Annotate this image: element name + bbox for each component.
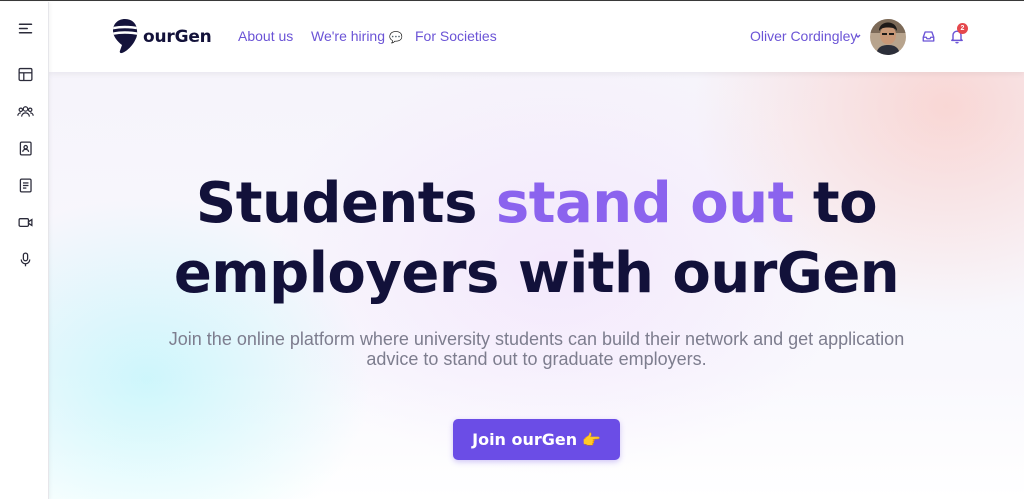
users-icon	[16, 105, 34, 117]
microphone-icon	[20, 251, 30, 266]
avatar-image	[870, 19, 906, 55]
join-ourgen-button[interactable]: Join ourGen 👉	[453, 419, 620, 460]
inbox-button[interactable]	[918, 26, 938, 46]
notification-count-badge: 2	[957, 23, 968, 34]
nav-societies-link[interactable]: For Societies	[415, 28, 497, 44]
pointing-hand-icon: 👉	[582, 430, 601, 449]
top-navigation-bar: ourGen About us We're hiring 💬 For Societ…	[49, 2, 1024, 72]
sidebar-item-dashboard[interactable]	[12, 61, 38, 87]
nav-hiring-link[interactable]: We're hiring 💬	[311, 28, 403, 44]
brand-logo[interactable]: ourGen	[112, 18, 212, 55]
video-icon	[17, 217, 33, 227]
hero-section: Students stand out to employers with our…	[49, 72, 1024, 499]
notebook-icon	[19, 177, 32, 193]
layout-icon	[17, 67, 33, 81]
ourgen-logo-icon	[113, 19, 138, 54]
hero-subtext: Join the online platform where universit…	[168, 329, 905, 369]
sidebar-item-notes[interactable]	[12, 172, 38, 198]
brand-name: ourGen	[143, 26, 212, 47]
hero-headline: Students stand out to employers with our…	[49, 169, 1024, 309]
sidebar-item-podcasts[interactable]	[12, 246, 38, 272]
sidebar	[0, 2, 49, 499]
cta-label: Join ourGen	[472, 430, 578, 449]
menu-icon	[18, 22, 32, 34]
nav-about-link[interactable]: About us	[238, 28, 293, 44]
headline-text-start: Students	[195, 171, 496, 236]
user-avatar[interactable]	[870, 19, 906, 55]
sidebar-item-videos[interactable]	[12, 209, 38, 235]
chevron-down-icon[interactable]	[853, 31, 863, 41]
inbox-icon	[922, 30, 934, 42]
user-name[interactable]: Oliver Cordingley	[750, 28, 857, 44]
speech-bubble-icon: 💬	[389, 32, 403, 44]
nav-hiring-label: We're hiring	[311, 28, 385, 44]
sidebar-item-network[interactable]	[12, 98, 38, 124]
sidebar-item-contacts[interactable]	[12, 135, 38, 161]
contact-book-icon	[19, 140, 32, 156]
menu-toggle-button[interactable]	[12, 15, 38, 41]
headline-accent-text: stand out	[495, 171, 794, 236]
